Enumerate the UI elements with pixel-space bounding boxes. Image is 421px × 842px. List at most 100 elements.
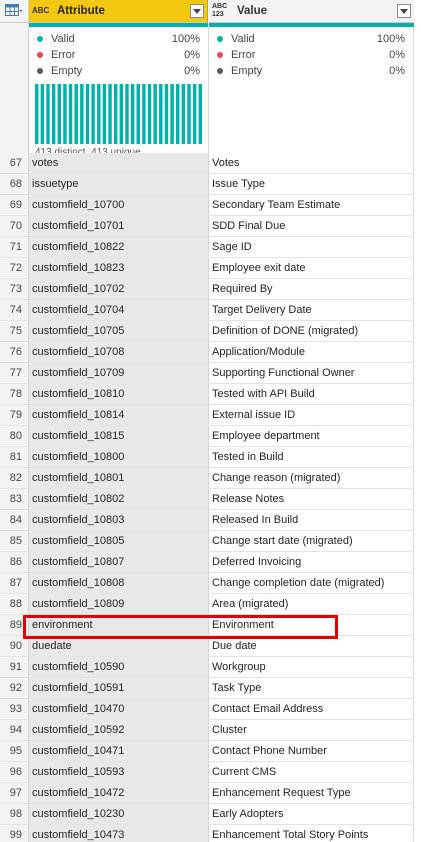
attribute-cell[interactable]: customfield_10800 [29, 447, 209, 467]
table-row[interactable]: 67 votes Votes [0, 153, 414, 174]
row-number[interactable]: 73 [0, 279, 29, 299]
histogram-bar[interactable] [130, 84, 135, 144]
value-cell[interactable]: Employee exit date [209, 258, 414, 278]
histogram-bar[interactable] [164, 84, 169, 144]
value-cell[interactable]: Workgroup [209, 657, 414, 677]
row-number[interactable]: 97 [0, 783, 29, 803]
attribute-cell[interactable]: customfield_10810 [29, 384, 209, 404]
histogram-bar[interactable] [51, 84, 56, 144]
row-number[interactable]: 83 [0, 489, 29, 509]
histogram-bar[interactable] [46, 84, 50, 144]
row-number[interactable]: 75 [0, 321, 29, 341]
table-row[interactable]: 90 duedate Due date [0, 636, 414, 657]
column-header-value[interactable]: ABC 123 Value [209, 0, 414, 23]
row-number[interactable]: 99 [0, 825, 29, 842]
table-row[interactable]: 73 customfield_10702 Required By [0, 279, 414, 300]
histogram-bar[interactable] [80, 84, 84, 144]
histogram-bar[interactable] [147, 84, 152, 144]
table-row[interactable]: 82 customfield_10801 Change reason (migrat… [0, 468, 414, 489]
attribute-cell[interactable]: customfield_10701 [29, 216, 209, 236]
histogram-bar[interactable] [153, 84, 157, 144]
value-distribution-histogram[interactable] [35, 84, 202, 144]
table-row[interactable]: 77 customfield_10709 Supporting Functional… [0, 363, 414, 384]
histogram-bar[interactable] [187, 84, 191, 144]
value-cell[interactable]: Sage ID [209, 237, 414, 257]
histogram-bar[interactable] [176, 84, 180, 144]
value-cell[interactable]: Target Delivery Date [209, 300, 414, 320]
table-row[interactable]: 76 customfield_10708 Application/Module [0, 342, 414, 363]
table-row[interactable]: 94 customfield_10592 Cluster [0, 720, 414, 741]
value-cell[interactable]: Change reason (migrated) [209, 468, 414, 488]
histogram-bar[interactable] [40, 84, 45, 144]
attribute-cell[interactable]: customfield_10807 [29, 552, 209, 572]
table-row[interactable]: 98 customfield_10230 Early Adopters [0, 804, 414, 825]
column-header-attribute[interactable]: ABC Attribute [29, 0, 208, 23]
value-cell[interactable]: Change start date (migrated) [209, 531, 414, 551]
value-cell[interactable]: Deferred Invoicing [209, 552, 414, 572]
histogram-bar[interactable] [159, 84, 163, 144]
histogram-bar[interactable] [119, 84, 124, 144]
value-cell[interactable]: Due date [209, 636, 414, 656]
value-cell[interactable]: Released In Build [209, 510, 414, 530]
histogram-bar[interactable] [136, 84, 140, 144]
histogram-bar[interactable] [170, 84, 174, 144]
histogram-bar[interactable] [102, 84, 107, 144]
attribute-cell[interactable]: customfield_10823 [29, 258, 209, 278]
histogram-bar[interactable] [108, 84, 112, 144]
row-number[interactable]: 71 [0, 237, 29, 257]
value-cell[interactable]: Early Adopters [209, 804, 414, 824]
row-number[interactable]: 79 [0, 405, 29, 425]
filter-dropdown-value[interactable] [397, 4, 411, 18]
row-number[interactable]: 67 [0, 153, 29, 173]
row-number[interactable]: 81 [0, 447, 29, 467]
row-number[interactable]: 85 [0, 531, 29, 551]
attribute-cell[interactable]: customfield_10470 [29, 699, 209, 719]
table-row[interactable]: 78 customfield_10810 Tested with API Build [0, 384, 414, 405]
table-row[interactable]: 87 customfield_10808 Change completion dat… [0, 573, 414, 594]
table-row[interactable]: 68 issuetype Issue Type [0, 174, 414, 195]
row-number[interactable]: 68 [0, 174, 29, 194]
row-number[interactable]: 86 [0, 552, 29, 572]
table-row[interactable]: 71 customfield_10822 Sage ID [0, 237, 414, 258]
table-row[interactable]: 69 customfield_10700 Secondary Team Estima… [0, 195, 414, 216]
row-number[interactable]: 78 [0, 384, 29, 404]
table-row[interactable]: 96 customfield_10593 Current CMS [0, 762, 414, 783]
value-cell[interactable]: Contact Phone Number [209, 741, 414, 761]
value-cell[interactable]: Definition of DONE (migrated) [209, 321, 414, 341]
text-type-icon[interactable]: ABC [32, 6, 54, 17]
value-cell[interactable]: SDD Final Due [209, 216, 414, 236]
attribute-cell[interactable]: environment [29, 615, 209, 635]
row-number[interactable]: 91 [0, 657, 29, 677]
attribute-cell[interactable]: customfield_10809 [29, 594, 209, 614]
value-cell[interactable]: Employee department [209, 426, 414, 446]
table-row[interactable]: 92 customfield_10591 Task Type [0, 678, 414, 699]
row-number[interactable]: 96 [0, 762, 29, 782]
table-row[interactable]: 89 environment Environment [0, 615, 414, 636]
row-number[interactable]: 77 [0, 363, 29, 383]
row-number[interactable]: 74 [0, 300, 29, 320]
table-row[interactable]: 84 customfield_10803 Released In Build [0, 510, 414, 531]
histogram-bar[interactable] [142, 84, 146, 144]
table-row[interactable]: 95 customfield_10471 Contact Phone Number [0, 741, 414, 762]
row-number[interactable]: 92 [0, 678, 29, 698]
row-number[interactable]: 76 [0, 342, 29, 362]
table-row[interactable]: 97 customfield_10472 Enhancement Request T… [0, 783, 414, 804]
histogram-bar[interactable] [181, 84, 186, 144]
value-cell[interactable]: Required By [209, 279, 414, 299]
attribute-cell[interactable]: customfield_10591 [29, 678, 209, 698]
attribute-cell[interactable]: customfield_10471 [29, 741, 209, 761]
histogram-bar[interactable] [74, 84, 78, 144]
histogram-bar[interactable] [192, 84, 197, 144]
row-number[interactable]: 98 [0, 804, 29, 824]
table-row[interactable]: 88 customfield_10809 Area (migrated) [0, 594, 414, 615]
value-cell[interactable]: Area (migrated) [209, 594, 414, 614]
histogram-bar[interactable] [97, 84, 101, 144]
attribute-cell[interactable]: customfield_10801 [29, 468, 209, 488]
value-cell[interactable]: Supporting Functional Owner [209, 363, 414, 383]
value-cell[interactable]: Tested with API Build [209, 384, 414, 404]
attribute-cell[interactable]: customfield_10593 [29, 762, 209, 782]
any-type-icon[interactable]: ABC 123 [212, 3, 234, 19]
histogram-bar[interactable] [85, 84, 90, 144]
histogram-bar[interactable] [68, 84, 73, 144]
table-row[interactable]: 81 customfield_10800 Tested in Build [0, 447, 414, 468]
